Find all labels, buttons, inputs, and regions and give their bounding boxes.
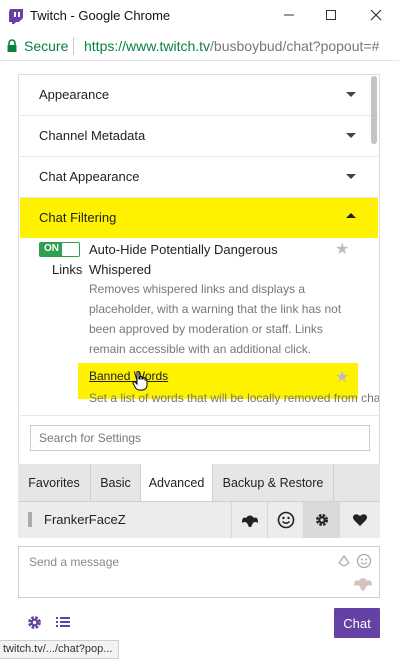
favorite-star-icon[interactable]: ★ (335, 239, 349, 259)
chevron-down-icon (346, 92, 356, 97)
scrollbar-thumb[interactable] (371, 76, 377, 144)
settings-gear-button[interactable] (303, 502, 339, 538)
emote-button[interactable] (267, 502, 303, 538)
favorite-star-icon[interactable]: ★ (335, 367, 349, 387)
tab-advanced[interactable]: Advanced (141, 464, 213, 501)
url-text[interactable]: https://www.twitch.tv/busboybud/chat?pop… (84, 38, 379, 54)
send-chat-button[interactable]: Chat (334, 608, 380, 638)
tab-basic[interactable]: Basic (91, 464, 141, 501)
viewer-list-icon[interactable] (56, 616, 70, 628)
banned-words-link[interactable]: Banned Words (89, 369, 168, 383)
address-separator (73, 37, 74, 55)
settings-search-area (20, 415, 378, 465)
chevron-down-icon (346, 133, 356, 138)
smiley-icon (277, 511, 294, 529)
section-label: Chat Appearance (39, 169, 140, 184)
minimize-icon (284, 14, 294, 16)
banned-words-description: Set a list of words that will be locally… (89, 391, 380, 405)
franker-emote-icon[interactable] (353, 575, 373, 591)
twitch-logo-icon (9, 9, 23, 24)
settings-tabs: Favorites Basic Advanced Backup & Restor… (18, 464, 380, 502)
franker-face-icon (241, 515, 258, 527)
support-heart-button[interactable] (339, 502, 380, 538)
settings-panel: Appearance Channel Metadata Chat Appeara… (18, 74, 380, 466)
chat-message-input[interactable] (19, 547, 339, 597)
chat-settings-gear-icon[interactable] (26, 614, 43, 631)
lock-icon (7, 39, 17, 52)
auto-hide-toggle[interactable]: ON (39, 242, 80, 257)
section-label: Appearance (39, 87, 110, 102)
maximize-button[interactable] (316, 4, 346, 26)
maximize-icon (326, 10, 336, 20)
section-chat-filtering[interactable]: Chat Filtering (20, 198, 378, 238)
address-bar[interactable]: Secure https://www.twitch.tv/busboybud/c… (0, 32, 399, 61)
gear-icon (315, 514, 328, 526)
addon-bar: FrankerFaceZ (18, 502, 380, 538)
section-appearance[interactable]: Appearance (20, 75, 378, 116)
chat-input-box (18, 546, 380, 598)
bits-icon[interactable] (338, 555, 350, 567)
drag-handle-icon[interactable] (28, 512, 32, 527)
settings-search-input[interactable] (30, 425, 370, 451)
chevron-down-icon (346, 174, 356, 179)
status-bar-url: twitch.tv/.../chat?pop... (0, 640, 120, 659)
section-chat-appearance[interactable]: Chat Appearance (20, 157, 378, 198)
section-channel-metadata[interactable]: Channel Metadata (20, 116, 378, 157)
secure-label: Secure (24, 38, 69, 54)
section-label: Chat Filtering (39, 210, 117, 225)
section-label: Channel Metadata (39, 128, 146, 143)
url-path: /busboybud/chat?popout=# (210, 38, 380, 54)
chevron-up-icon (346, 213, 356, 218)
close-window-button[interactable] (361, 4, 391, 26)
auto-hide-description: Removes whispered links and displays a p… (89, 282, 342, 356)
franker-icon-button[interactable] (231, 502, 267, 538)
toggle-label: ON (44, 243, 59, 254)
tab-backup-restore[interactable]: Backup & Restore (213, 464, 334, 501)
emote-picker-icon[interactable] (356, 553, 372, 569)
url-main: https://www.twitch.tv (84, 38, 211, 54)
tab-favorites[interactable]: Favorites (18, 464, 91, 501)
window-title-bar: Twitch - Google Chrome (0, 0, 399, 32)
toggle-knob (62, 243, 79, 256)
auto-hide-title-cont: Links (52, 262, 83, 277)
heart-icon (353, 514, 367, 526)
auto-hide-title: Auto-Hide Potentially Dangerous Whispere… (89, 242, 278, 277)
minimize-button[interactable] (274, 4, 304, 26)
hand-cursor-icon (132, 371, 148, 391)
addon-name: FrankerFaceZ (44, 512, 126, 527)
window-title: Twitch - Google Chrome (30, 8, 171, 23)
close-icon (370, 9, 382, 21)
